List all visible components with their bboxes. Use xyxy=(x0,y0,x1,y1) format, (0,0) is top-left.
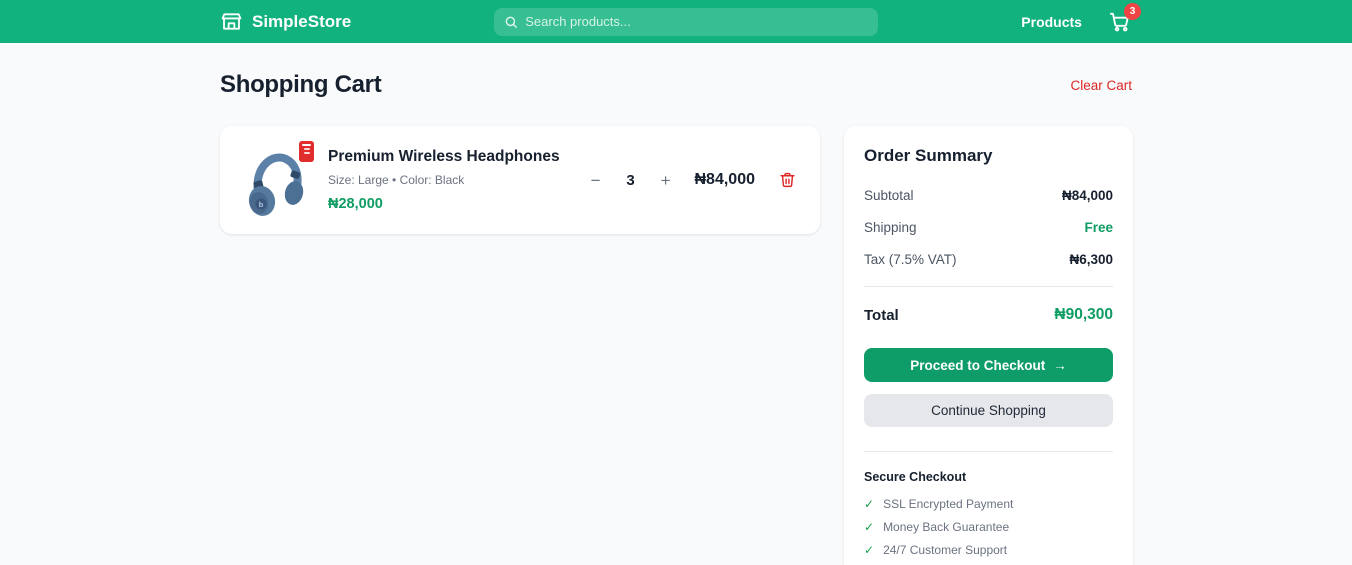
brand-logo[interactable]: SimpleStore xyxy=(220,10,351,33)
total-value: ₦90,300 xyxy=(1054,306,1113,324)
app-header: SimpleStore Products xyxy=(0,0,1352,43)
check-icon: ✓ xyxy=(864,543,874,557)
svg-text:b: b xyxy=(258,201,263,209)
subtotal-label: Subtotal xyxy=(864,188,914,203)
product-variant: Size: Large • Color: Black xyxy=(328,173,569,187)
subtotal-value: ₦84,000 xyxy=(1062,188,1113,203)
shipping-value: Free xyxy=(1084,220,1113,235)
order-summary-title: Order Summary xyxy=(864,146,1113,166)
summary-row-tax: Tax (7.5% VAT) ₦6,300 xyxy=(864,252,1113,267)
cart-button[interactable]: 3 xyxy=(1108,10,1132,34)
secure-feature-label: 24/7 Customer Support xyxy=(883,543,1007,557)
order-summary-panel: Order Summary Subtotal ₦84,000 Shipping … xyxy=(844,126,1133,565)
secure-checkout-title: Secure Checkout xyxy=(864,470,1113,484)
proceed-to-checkout-button[interactable]: Proceed to Checkout → xyxy=(864,348,1113,382)
checkout-button-label: Proceed to Checkout xyxy=(910,358,1045,373)
tax-label: Tax (7.5% VAT) xyxy=(864,252,957,267)
product-unit-price: ₦28,000 xyxy=(328,196,569,212)
trash-icon xyxy=(779,171,796,189)
secure-feature-label: SSL Encrypted Payment xyxy=(883,497,1013,511)
secure-feature-moneyback: ✓ Money Back Guarantee xyxy=(864,520,1113,534)
secure-feature-support: ✓ 24/7 Customer Support xyxy=(864,543,1113,557)
check-icon: ✓ xyxy=(864,497,874,511)
total-label: Total xyxy=(864,307,899,324)
product-name: Premium Wireless Headphones xyxy=(328,148,569,166)
quantity-decrease-button[interactable]: − xyxy=(591,172,601,189)
summary-row-total: Total ₦90,300 xyxy=(864,306,1113,324)
cart-item-row: b Premium Wireless Headphones Size: Larg… xyxy=(220,126,820,234)
main-content: Shopping Cart Clear Cart b xyxy=(220,43,1132,565)
tax-value: ₦6,300 xyxy=(1069,252,1113,267)
summary-divider xyxy=(864,286,1113,287)
clear-cart-link[interactable]: Clear Cart xyxy=(1070,78,1132,93)
remove-item-button[interactable] xyxy=(779,171,796,189)
search-icon xyxy=(504,15,518,29)
brand-name: SimpleStore xyxy=(252,12,351,32)
summary-row-shipping: Shipping Free xyxy=(864,220,1113,235)
secure-divider xyxy=(864,451,1113,452)
continue-shopping-button[interactable]: Continue Shopping xyxy=(864,394,1113,427)
cart-count-badge: 3 xyxy=(1124,3,1141,20)
search-input[interactable] xyxy=(525,14,868,29)
shipping-label: Shipping xyxy=(864,220,917,235)
quantity-increase-button[interactable]: + xyxy=(661,172,671,189)
page-title: Shopping Cart xyxy=(220,71,381,99)
secure-feature-ssl: ✓ SSL Encrypted Payment xyxy=(864,497,1113,511)
search-bar[interactable] xyxy=(494,8,878,36)
secure-feature-label: Money Back Guarantee xyxy=(883,520,1009,534)
summary-row-subtotal: Subtotal ₦84,000 xyxy=(864,188,1113,203)
storefront-icon xyxy=(220,10,243,33)
quantity-value: 3 xyxy=(625,172,637,189)
check-icon: ✓ xyxy=(864,520,874,534)
quantity-stepper: − 3 + xyxy=(591,172,671,189)
cart-items-list: b Premium Wireless Headphones Size: Larg… xyxy=(220,126,820,234)
sale-tag-icon xyxy=(299,141,314,162)
line-total: ₦84,000 xyxy=(695,171,756,189)
headphones-image: b xyxy=(244,141,306,219)
arrow-right-icon: → xyxy=(1053,358,1067,373)
nav-link-products[interactable]: Products xyxy=(1021,14,1082,30)
product-image: b xyxy=(244,141,306,219)
